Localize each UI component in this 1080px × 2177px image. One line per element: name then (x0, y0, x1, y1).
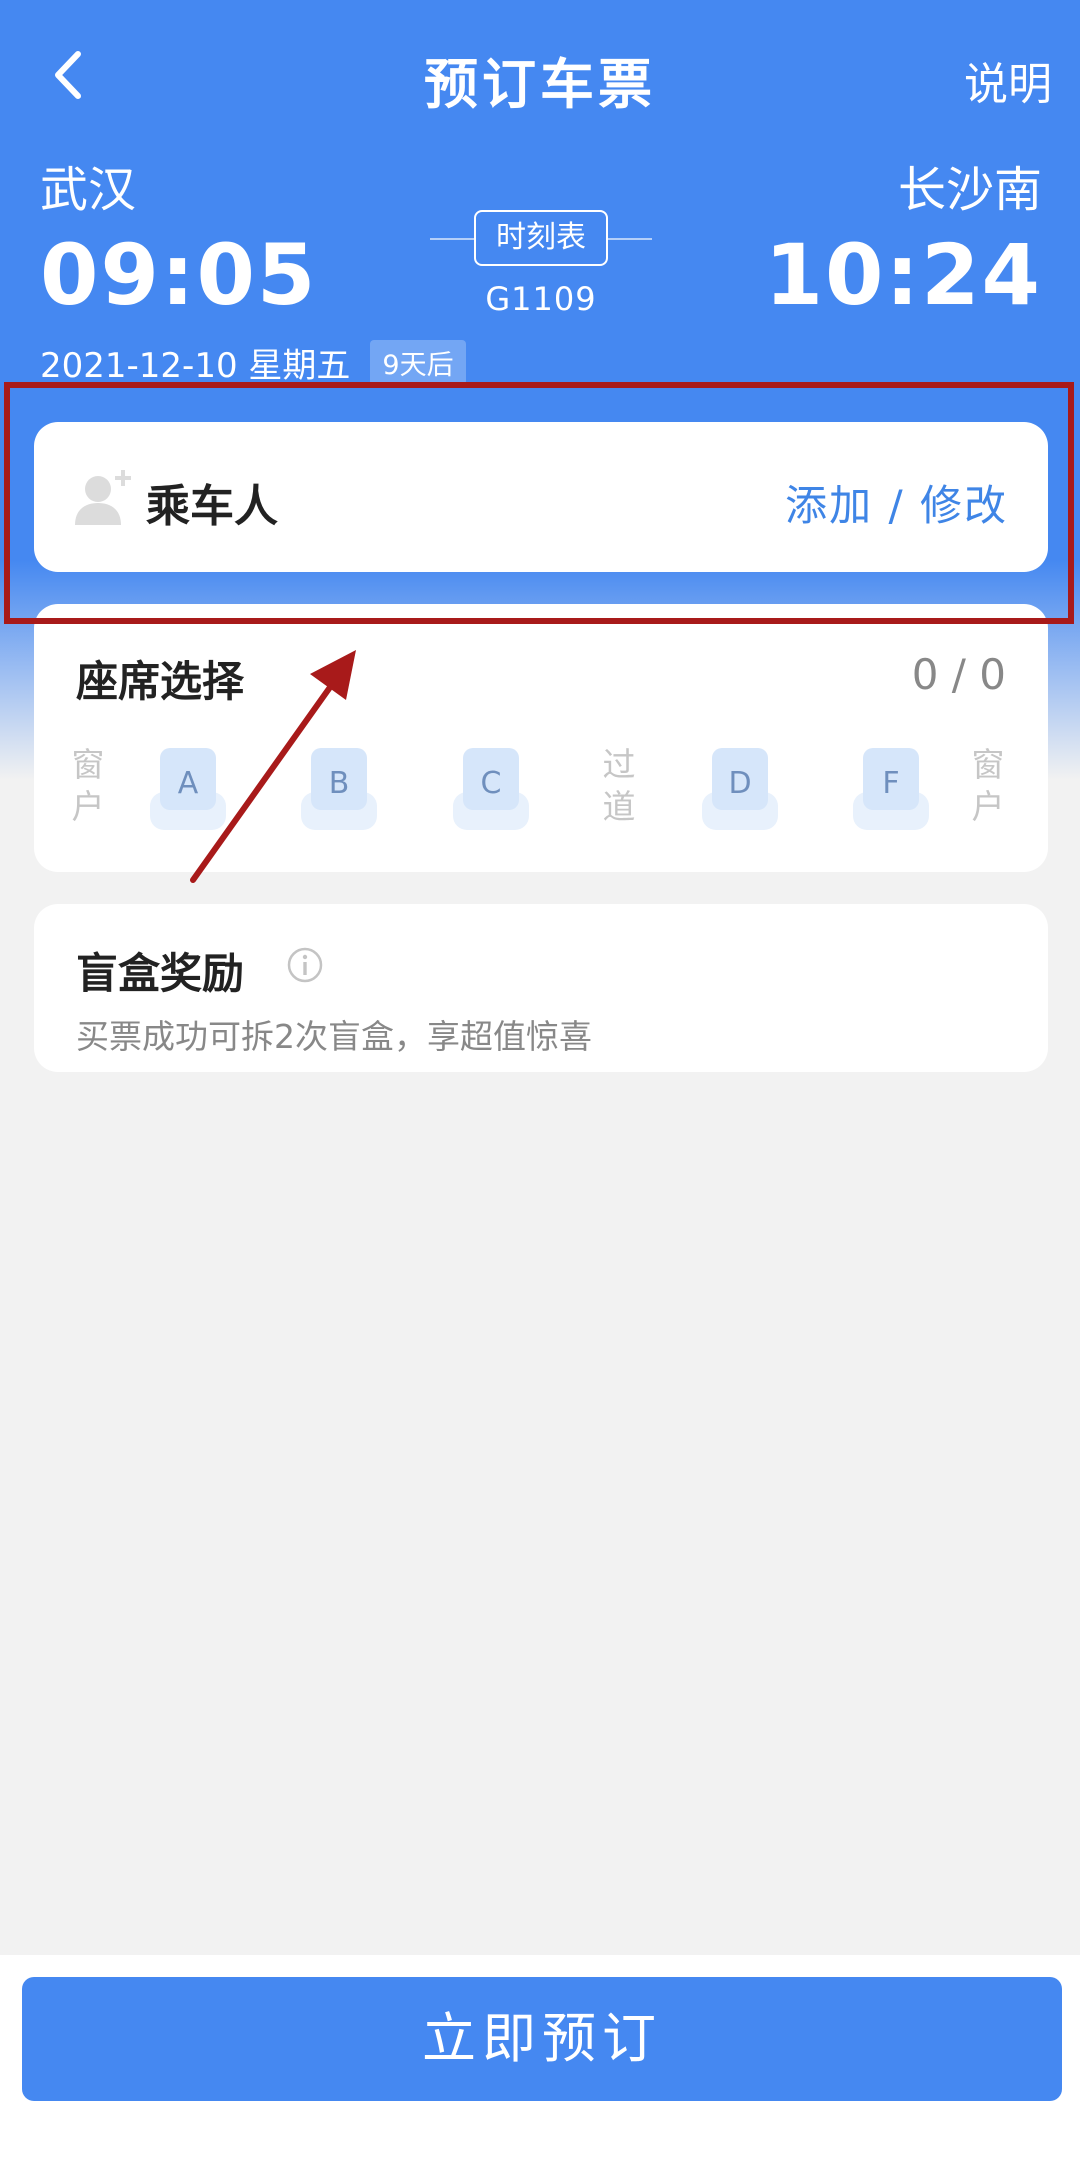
add-person-icon (75, 470, 131, 525)
schedule-button[interactable]: 时刻表 (474, 210, 608, 266)
seat-count: 0 / 0 (911, 650, 1006, 699)
seat-letter: D (728, 766, 752, 801)
seat-a[interactable]: A (146, 742, 230, 834)
seat-b[interactable]: B (297, 742, 381, 834)
window-label-left: 窗户 (71, 745, 105, 826)
seat-selection-title: 座席选择 (76, 657, 245, 706)
blind-box-subtitle: 买票成功可拆2次盲盒，享超值惊喜 (76, 1017, 592, 1056)
departure-station: 武汉 (40, 162, 137, 218)
window-label-right: 窗户 (971, 745, 1005, 826)
seat-letter: A (177, 766, 199, 801)
seat-letter: F (882, 766, 900, 801)
travel-date: 2021-12-10 星期五 (40, 346, 351, 386)
divider-line (608, 238, 652, 240)
blind-box-title: 盲盒奖励 (76, 949, 245, 998)
bottom-bar: 立即预订 (0, 1955, 1080, 2177)
help-button[interactable]: 说明 (964, 48, 1052, 112)
blind-box-card: 盲盒奖励 买票成功可拆2次盲盒，享超值惊喜 (34, 904, 1048, 1072)
travel-date-row: 2021-12-10 星期五 9天后 (40, 338, 466, 387)
book-now-button[interactable]: 立即预订 (22, 1977, 1062, 2101)
seat-f[interactable]: F (849, 742, 933, 834)
add-edit-passenger-link[interactable]: 添加 / 修改 (785, 472, 1008, 533)
seat-d[interactable]: D (698, 742, 782, 834)
arrival-time: 10:24 (764, 226, 1042, 324)
arrival-station: 长沙南 (897, 162, 1042, 218)
page-title: 预订车票 (424, 53, 656, 116)
aisle-label: 过道 (602, 745, 636, 826)
passenger-card[interactable]: 乘车人 添加 / 修改 (34, 422, 1048, 572)
seat-letter: B (328, 766, 350, 801)
days-until-badge: 9天后 (370, 340, 466, 385)
train-info: 时刻表 G1109 (430, 210, 652, 318)
seat-selection-card: 座席选择 0 / 0 窗户 A B C 过道 D F 窗户 (34, 604, 1048, 872)
seat-letter: C (480, 766, 502, 801)
divider-line (430, 238, 474, 240)
info-icon[interactable] (286, 946, 324, 984)
nav-bar: 预订车票 说明 (0, 0, 1080, 150)
passenger-label: 乘车人 (146, 481, 278, 532)
train-number: G1109 (485, 280, 597, 318)
departure-time: 09:05 (40, 226, 318, 324)
seat-c[interactable]: C (449, 742, 533, 834)
